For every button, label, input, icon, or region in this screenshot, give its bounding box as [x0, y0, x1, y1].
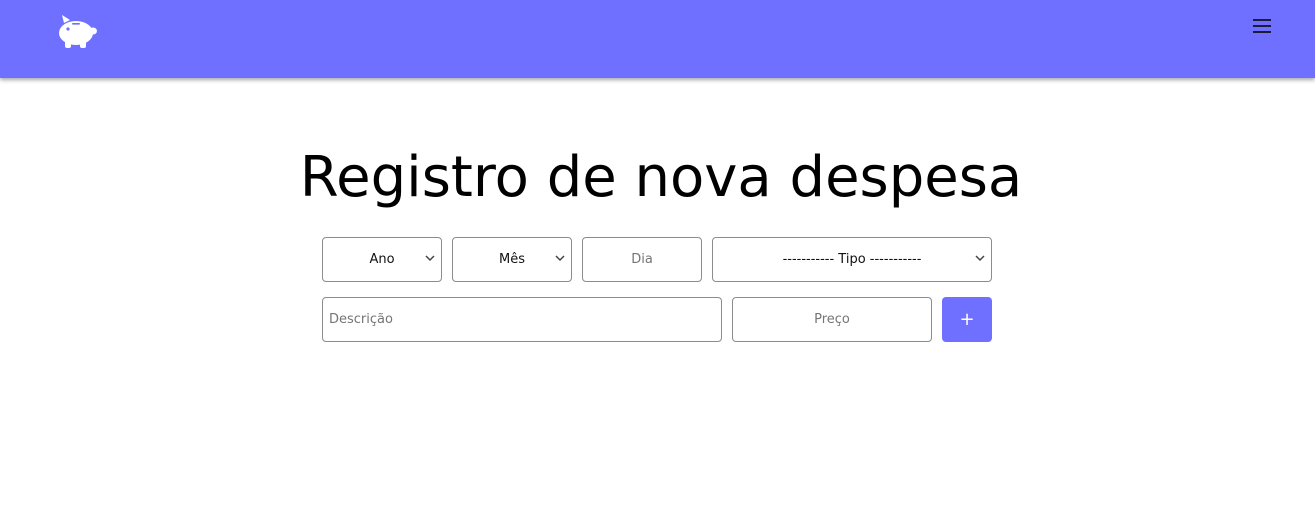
- chevron-down-icon: [975, 255, 985, 262]
- add-expense-button[interactable]: +: [942, 297, 992, 342]
- tipo-select[interactable]: ----------- Tipo -----------: [712, 237, 992, 282]
- descricao-placeholder: Descrição: [329, 312, 393, 327]
- mes-select-value: Mês: [499, 252, 525, 267]
- ano-select-value: Ano: [369, 252, 395, 267]
- dia-placeholder: Dia: [631, 252, 653, 267]
- chevron-down-icon: [555, 255, 565, 262]
- descricao-input[interactable]: Descrição: [322, 297, 722, 342]
- hamburger-menu-icon[interactable]: [1250, 16, 1274, 36]
- piggy-bank-icon[interactable]: [54, 12, 98, 50]
- mes-select[interactable]: Mês: [452, 237, 572, 282]
- preco-input[interactable]: Preço: [732, 297, 932, 342]
- chevron-down-icon: [425, 255, 435, 262]
- preco-placeholder: Preço: [814, 312, 850, 327]
- dia-input[interactable]: Dia: [582, 237, 702, 282]
- tipo-select-value: ----------- Tipo -----------: [782, 252, 922, 267]
- top-navbar: [0, 0, 1315, 78]
- page-title: Registro de nova despesa: [299, 145, 1023, 210]
- ano-select[interactable]: Ano: [322, 237, 442, 282]
